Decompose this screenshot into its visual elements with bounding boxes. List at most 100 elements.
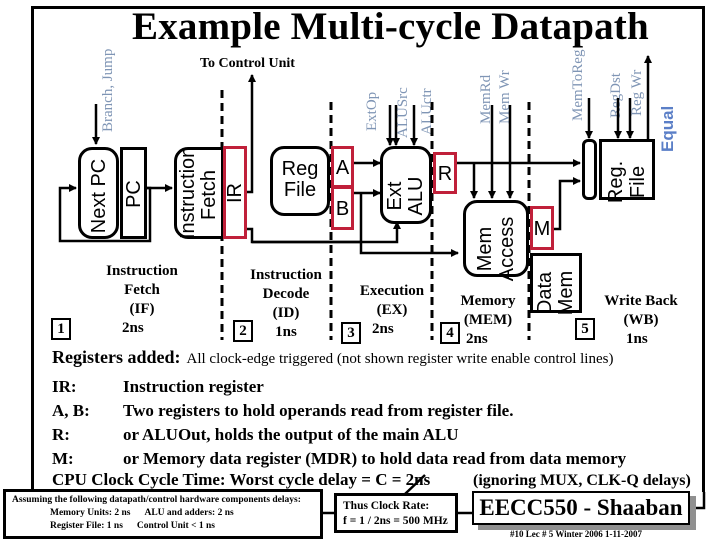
slide-title: Example Multi-cycle Datapath (132, 5, 649, 48)
mem-access-line-1: Mem (474, 226, 496, 272)
reg-file-wb-block: Reg. File (599, 139, 655, 203)
ext-alu-block: Ext ALU (380, 146, 432, 224)
definition-key-m: M: (52, 449, 74, 468)
r-label: R (437, 163, 453, 185)
stage-id-time: 1ns (275, 324, 297, 340)
registers-added-note: Registers added: All clock-edge triggered… (52, 347, 613, 368)
stage-if-line-3: (IF) (129, 301, 155, 317)
stage-number-1: 1 (51, 318, 71, 340)
definition-value-ir: Instruction register (123, 377, 264, 396)
reg-file-label: Reg File (273, 159, 327, 201)
stage-mem-line-2: (MEM) (463, 312, 513, 328)
to-control-unit-label: To Control Unit (200, 56, 295, 71)
mem-access-block: Mem Access (463, 200, 529, 281)
reg-file-line-2: File (283, 179, 317, 201)
stage-if-time: 2ns (122, 320, 144, 336)
clock-rate-line-1: Thus Clock Rate: (343, 500, 430, 512)
data-mem-line-1: Data (534, 271, 556, 315)
registers-added-text: All clock-edge triggered (not shown regi… (186, 351, 614, 367)
slide-footer: #10 Lec # 5 Winter 2006 1-11-2007 (510, 529, 642, 539)
ext-alu-label: Ext ALU (384, 155, 427, 237)
pc-label: PC (123, 180, 145, 208)
cpu-clock-cycle-text: CPU Clock Cycle Time: Worst cycle delay … (52, 470, 431, 489)
reg-dst-signal: RegDst (608, 73, 624, 118)
ext-op-signal: ExtOp (364, 91, 380, 131)
reg-file-block: Reg File (270, 146, 330, 216)
stage-number-2: 2 (233, 320, 253, 342)
m-label: M (533, 218, 551, 240)
ir-register: IR (223, 146, 247, 239)
instruction-fetch-line-2: Fetch (198, 169, 220, 221)
mem-rd-signal: MemRd (478, 74, 494, 124)
m-register: M (530, 206, 554, 250)
assumption-register-file: Register File: 1 ns (50, 521, 123, 531)
stage-wb-line-2: (WB) (623, 312, 659, 328)
definition-value-r: or ALUOut, holds the output of the main … (123, 425, 459, 444)
stage-ex-label: Execution (EX) 2ns (356, 282, 428, 339)
mem-wr-signal: Mem Wr (497, 70, 513, 124)
course-badge: EECC550 - Shaaban (472, 491, 690, 525)
ext-alu-line-1: Ext (384, 181, 406, 211)
data-mem-line-2: Mem (555, 270, 577, 316)
definition-value-m: or Memory data register (MDR) to hold da… (123, 449, 627, 468)
b-register: B (331, 186, 354, 230)
instruction-fetch-block: Instruction Fetch (174, 147, 224, 239)
data-mem-label: Data Mem (534, 254, 577, 332)
ext-alu-line-2: ALU (405, 176, 427, 216)
stage-mem-label: Memory (MEM) 2ns (454, 292, 522, 349)
ir-label: IR (224, 183, 246, 203)
next-pc-label: Next PC (88, 158, 110, 234)
reg-file-wb-line-2: File (627, 165, 649, 199)
clock-rate-line-2: f = 1 / 2ns = 500 MHz (343, 515, 448, 527)
a-label: A (335, 157, 350, 179)
next-pc-block: Next PC (78, 147, 119, 239)
definition-key-ir: IR: (52, 377, 77, 396)
stage-id-label: Instruction Decode (ID) 1ns (244, 266, 328, 342)
mem-to-reg-signal: MemToReg (570, 49, 586, 121)
registers-added-label: Registers added: (52, 347, 181, 367)
stage-ex-line-1: Execution (359, 283, 425, 299)
stage-if-line-1: Instruction (106, 263, 178, 279)
alu-ctr-signal: ALUctr (419, 88, 435, 135)
stage-number-5: 5 (575, 318, 595, 340)
instruction-fetch-line-1: Instruction (177, 146, 199, 239)
stage-number-3: 3 (341, 322, 361, 344)
stage-number-4: 4 (440, 322, 460, 344)
alu-src-signal: ALUSrc (395, 87, 411, 138)
assumptions-box: Assuming the following datapath/control … (3, 489, 323, 539)
definition-key-r: R: (52, 425, 70, 444)
stage-if-label: Instruction Fetch (IF) 2ns (102, 262, 182, 338)
stage-id-line-3: (ID) (272, 305, 300, 321)
stage-if-line-2: Fetch (124, 282, 160, 298)
clock-rate-box: Thus Clock Rate: f = 1 / 2ns = 500 MHz (334, 493, 458, 533)
reg-file-wb-line-1: Reg. (605, 160, 627, 204)
mem-access-line-2: Access (496, 216, 518, 282)
definition-key-ab: A, B: (52, 401, 90, 420)
a-register: A (331, 146, 354, 188)
equal-signal: Equal (658, 105, 677, 152)
assumption-control-unit: Control Unit < 1 ns (136, 521, 215, 531)
data-mem-block: Data Mem (530, 253, 582, 315)
r-register: R (433, 152, 457, 194)
reg-file-line-1: Reg (281, 158, 319, 180)
stage-wb-line-1: Write Back (604, 293, 678, 309)
assumptions-heading: Assuming the following datapath/control … (12, 495, 301, 505)
stage-ex-line-2: (EX) (376, 302, 408, 318)
branch-jump-signal: Branch, Jump (100, 48, 116, 132)
instruction-fetch-label: Instruction Fetch (177, 147, 220, 239)
ignoring-delays-text: (ignoring MUX, CLK-Q delays) (473, 472, 691, 489)
definition-value-ab: Two registers to hold operands read from… (123, 401, 514, 420)
stage-id-line-1: Instruction (250, 267, 322, 283)
pc-register: PC (120, 147, 147, 239)
assumption-alu-adders: ALU and adders: 2 ns (144, 508, 234, 518)
stage-mem-line-1: Memory (460, 293, 516, 309)
stage-id-line-2: Decode (262, 286, 310, 302)
reg-file-wb-label: Reg. File (605, 143, 649, 221)
mem-access-label: Mem Access (474, 207, 518, 291)
b-label: B (335, 198, 350, 220)
stage-wb-label: Write Back (WB) 1ns (596, 292, 686, 349)
assumption-memory-units: Memory Units: 2 ns (50, 508, 131, 518)
wb-mux-block (582, 139, 597, 200)
reg-wr-signal: Reg Wr (629, 69, 645, 116)
stage-ex-time: 2ns (372, 321, 394, 337)
